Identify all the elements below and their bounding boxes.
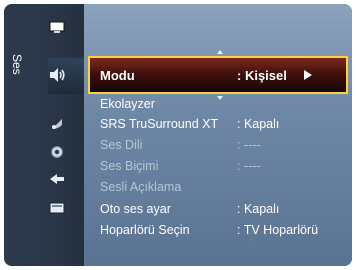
setup-icon[interactable]: [47, 144, 67, 160]
menu-item-label: SRS TruSurround XT: [100, 117, 219, 131]
menu-item-label: Sesli Açıklama: [100, 180, 182, 194]
channel-icon[interactable]: [47, 116, 67, 132]
menu-item-label: Hoparlörü Seçin: [100, 223, 190, 237]
menu-item-value: : TV Hoparlörü: [237, 223, 319, 237]
sound-icon[interactable]: [47, 67, 67, 83]
menu-item-value: : Kapalı: [237, 117, 280, 131]
menu-item-ses-bicimi: Ses Biçimi : ----: [100, 156, 350, 176]
menu-item-sesli-aciklama: Sesli Açıklama: [100, 177, 350, 197]
menu-item-value: : ----: [237, 159, 261, 173]
menu-item-value: : Kişisel: [237, 67, 287, 83]
menu-item-label: Modu: [100, 67, 135, 83]
menu-item-ses-dili: Ses Dili : ----: [100, 135, 350, 155]
menu-item-oto-ses-ayar[interactable]: Oto ses ayar : Kapalı: [100, 199, 350, 219]
submenu-arrow-icon: [304, 70, 312, 80]
scroll-up-arrow: [217, 50, 223, 54]
menu-item-hoparloru-secin[interactable]: Hoparlörü Seçin : TV Hoparlörü: [100, 220, 350, 240]
tv-menu-panel: Ses Modu: Kişisel Ekolayzer SRS TruSurr…: [4, 4, 352, 266]
menu-item-value: : ----: [237, 138, 261, 152]
menu-item-value: : Kapalı: [237, 202, 280, 216]
menu-item-srs-trusurround[interactable]: SRS TruSurround XT : Kapalı: [100, 114, 350, 134]
menu-sidebar: Ses: [4, 4, 84, 266]
sidebar-title: Ses: [10, 54, 24, 75]
menu-item-label: Ekolayzer: [100, 97, 155, 111]
menu-item-modu[interactable]: Modu : Kişisel: [100, 64, 350, 86]
input-icon[interactable]: [47, 171, 67, 187]
menu-item-label: Ses Dili: [100, 138, 143, 152]
menu-item-ekolayzer[interactable]: Ekolayzer: [100, 94, 350, 114]
menu-item-label: Ses Biçimi: [100, 159, 159, 173]
picture-icon[interactable]: [47, 19, 67, 35]
menu-item-label: Oto ses ayar: [100, 202, 171, 216]
application-icon[interactable]: [47, 200, 67, 216]
